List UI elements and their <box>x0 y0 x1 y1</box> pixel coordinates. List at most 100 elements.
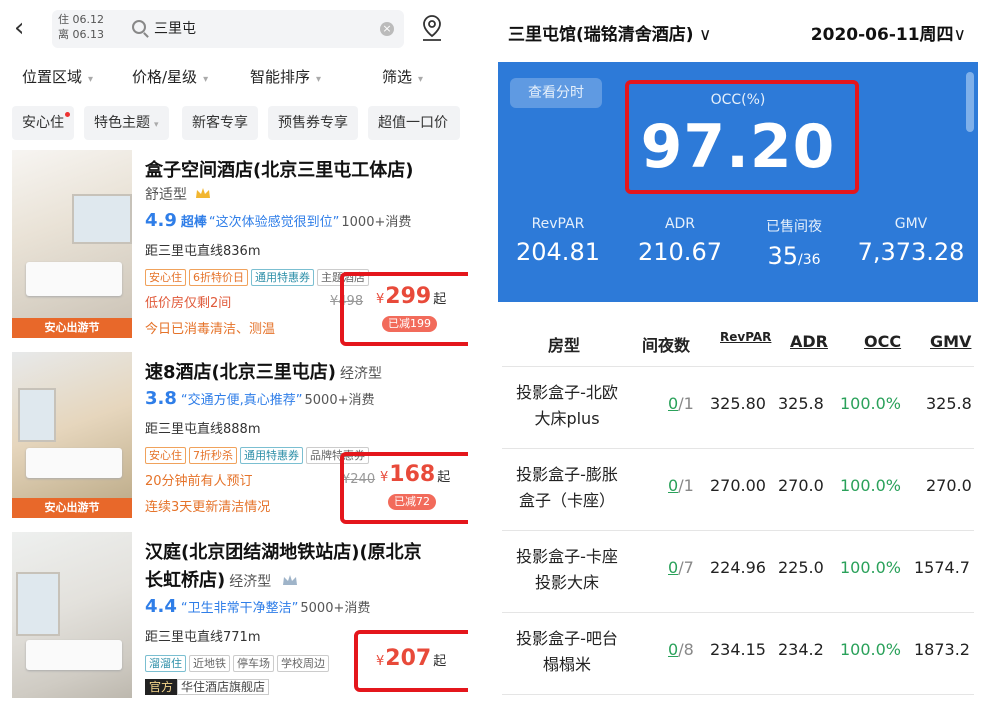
nights-cell[interactable]: 0/8 <box>668 640 694 659</box>
room-type: 投影盒子-卡座 投影大床 <box>516 547 618 592</box>
nights-cell[interactable]: 0/7 <box>668 558 694 577</box>
metric-gmv: GMV 7,373.28 <box>857 216 965 266</box>
panel-header: 三里屯馆(瑞铭清舍酒店) ∨ 2020-06-11周四∨ <box>488 0 984 60</box>
hotel-name-cont: 长虹桥店) 经济型 <box>145 566 298 592</box>
hotel-score: 3.8 “交通方便,真心推荐” 5000+消费 <box>145 388 375 409</box>
filter-more[interactable]: 筛选 ▾ <box>382 66 423 87</box>
revpar-cell: 224.96 <box>710 558 766 577</box>
chevron-down-icon: ∨ <box>693 25 712 45</box>
promo-banner: 安心出游节 <box>12 318 132 338</box>
table-row[interactable]: 投影盒子-卡座 投影大床 0/7 224.96 225.0 100.0% 1574… <box>502 530 974 613</box>
hotel-score: 4.9 超棒 “这次体验感觉很到位” 1000+消费 <box>145 210 412 231</box>
table-header: 房型 间夜数 RevPAR ADR OCC GMV <box>502 318 974 367</box>
highlight-box <box>340 272 478 346</box>
hotel-clean-info: 连续3天更新清洁情况 <box>145 500 271 515</box>
highlight-box <box>354 630 478 692</box>
revpar-cell: 270.00 <box>710 476 766 495</box>
hotel-recent-booking: 20分钟前有人预订 <box>145 474 253 489</box>
room-type: 投影盒子-北欧 大床plus <box>516 383 618 428</box>
table-row[interactable]: 投影盒子-北欧 大床plus 0/1 325.80 325.8 100.0% 32… <box>502 366 974 449</box>
metric-adr: ADR 210.67 <box>638 216 722 266</box>
search-bar: ‹ 住 06.12 离 06.13 三里屯 × <box>0 0 468 58</box>
crown-icon <box>282 575 297 585</box>
hotel-name[interactable]: 速8酒店(北京三里屯店) 经济型 <box>145 358 382 384</box>
adr-cell: 270.0 <box>778 476 824 495</box>
tag-fixedprice[interactable]: 超值一口价 <box>368 106 460 140</box>
gmv-cell: 1873.2 <box>914 640 970 659</box>
metric-revpar: RevPAR 204.81 <box>516 216 600 266</box>
metric-sold-nights: 已售间夜 35/36 <box>766 219 822 270</box>
adr-cell: 325.8 <box>778 394 824 413</box>
tag-presale[interactable]: 预售券专享 <box>268 106 358 140</box>
table-row[interactable]: 投影盒子-吧台 榻榻米 0/8 234.15 234.2 100.0% 1873.… <box>502 612 974 695</box>
occ-cell: 100.0% <box>840 476 902 495</box>
hotel-card[interactable]: 安心出游节 速8酒店(北京三里屯店) 经济型 3.8 “交通方便,真心推荐” 5000… <box>0 350 478 524</box>
date-selector[interactable]: 2020-06-11周四∨ <box>811 20 966 45</box>
map-pin-icon[interactable] <box>420 14 444 42</box>
occ-cell: 100.0% <box>840 640 902 659</box>
panel-gap <box>468 0 488 708</box>
hotel-distance: 距三里屯直线888m <box>145 422 261 437</box>
adr-cell: 234.2 <box>778 640 824 659</box>
revpar-cell: 234.15 <box>710 640 766 659</box>
hotel-card[interactable]: 汉庭(北京团结湖地铁站店)(原北京 长虹桥店) 经济型 4.4 “卫生非常干净整洁”… <box>0 530 478 708</box>
room-type: 投影盒子-吧台 榻榻米 <box>516 629 618 674</box>
revenue-panel: 三里屯馆(瑞铭清舍酒店) ∨ 2020-06-11周四∨ 查看分时 OCC(%)… <box>488 0 984 708</box>
gmv-cell: 325.8 <box>926 394 972 413</box>
hotel-name[interactable]: 汉庭(北京团结湖地铁站店)(原北京 <box>145 538 422 564</box>
date-range[interactable]: 住 06.12 离 06.13 <box>58 12 104 42</box>
chevron-down-icon: ∨ <box>953 25 966 45</box>
hotel-distance: 距三里屯直线771m <box>145 630 261 645</box>
hotel-list-panel: ‹ 住 06.12 离 06.13 三里屯 × 位置区域 ▾ 价格/星级 ▾ 智能排… <box>0 0 478 708</box>
col-gmv[interactable]: GMV <box>930 332 971 351</box>
filter-sort[interactable]: 智能排序 ▾ <box>250 66 321 87</box>
back-icon[interactable]: ‹ <box>14 14 38 42</box>
gmv-cell: 1574.7 <box>914 558 970 577</box>
occ-cell: 100.0% <box>840 394 902 413</box>
crown-icon <box>196 188 211 198</box>
col-revpar[interactable]: RevPAR <box>720 330 771 344</box>
search-input[interactable]: 三里屯 <box>154 18 196 38</box>
official-store[interactable]: 官方 华住酒店旗舰店 <box>145 678 270 695</box>
hotel-clean-info: 今日已消毒清洁、测温 <box>145 322 276 337</box>
new-dot <box>65 112 70 117</box>
hotel-selector[interactable]: 三里屯馆(瑞铭清舍酒店) ∨ <box>508 20 711 45</box>
hotel-card[interactable]: 安心出游节 盒子空间酒店(北京三里屯工体店) 舒适型 4.9 超棒 “这次体验感觉很… <box>0 148 478 346</box>
nights-cell[interactable]: 0/1 <box>668 394 694 413</box>
quick-tags: 安心住 特色主题 ▾ 新客专享 预售券专享 超值一口价 <box>0 106 468 142</box>
hotel-photo: 安心出游节 <box>12 150 132 338</box>
hotel-urgency: 低价房仅剩2间 <box>145 296 232 311</box>
checkout-date: 离 06.13 <box>58 28 104 41</box>
tag-theme[interactable]: 特色主题 ▾ <box>84 106 169 140</box>
hotel-photo <box>12 532 132 698</box>
col-nights[interactable]: 间夜数 <box>642 332 690 356</box>
col-occ[interactable]: OCC <box>864 332 901 351</box>
col-adr[interactable]: ADR <box>790 332 828 351</box>
highlight-box <box>625 80 859 194</box>
hotel-type: 舒适型 <box>145 184 211 204</box>
gmv-cell: 270.0 <box>926 476 972 495</box>
hotel-distance: 距三里屯直线836m <box>145 244 261 259</box>
tag-newcustomer[interactable]: 新客专享 <box>182 106 258 140</box>
search-box[interactable] <box>52 10 404 48</box>
filter-bar: 位置区域 ▾ 价格/星级 ▾ 智能排序 ▾ 筛选 ▾ <box>0 60 468 96</box>
search-icon <box>132 20 146 34</box>
tag-anxin[interactable]: 安心住 <box>12 106 74 140</box>
hotel-photo: 安心出游节 <box>12 352 132 518</box>
checkin-date: 住 06.12 <box>58 13 104 26</box>
table-row[interactable]: 投影盒子-膨胀 盒子（卡座） 0/1 270.00 270.0 100.0% 27… <box>502 448 974 531</box>
filter-price-star[interactable]: 价格/星级 ▾ <box>132 66 208 87</box>
promo-banner: 安心出游节 <box>12 498 132 518</box>
adr-cell: 225.0 <box>778 558 824 577</box>
filter-location[interactable]: 位置区域 ▾ <box>22 66 93 87</box>
occ-cell: 100.0% <box>840 558 902 577</box>
kpi-card: 查看分时 OCC(%) 97.20 RevPAR 204.81 ADR 210.… <box>498 62 978 302</box>
revpar-cell: 325.80 <box>710 394 766 413</box>
hotel-score: 4.4 “卫生非常干净整洁” 5000+消费 <box>145 596 371 617</box>
nights-cell[interactable]: 0/1 <box>668 476 694 495</box>
col-room-type[interactable]: 房型 <box>548 332 580 356</box>
highlight-box <box>340 452 478 524</box>
clear-icon[interactable]: × <box>380 22 394 36</box>
room-type: 投影盒子-膨胀 盒子（卡座） <box>516 465 618 510</box>
hotel-name[interactable]: 盒子空间酒店(北京三里屯工体店) <box>145 156 413 182</box>
